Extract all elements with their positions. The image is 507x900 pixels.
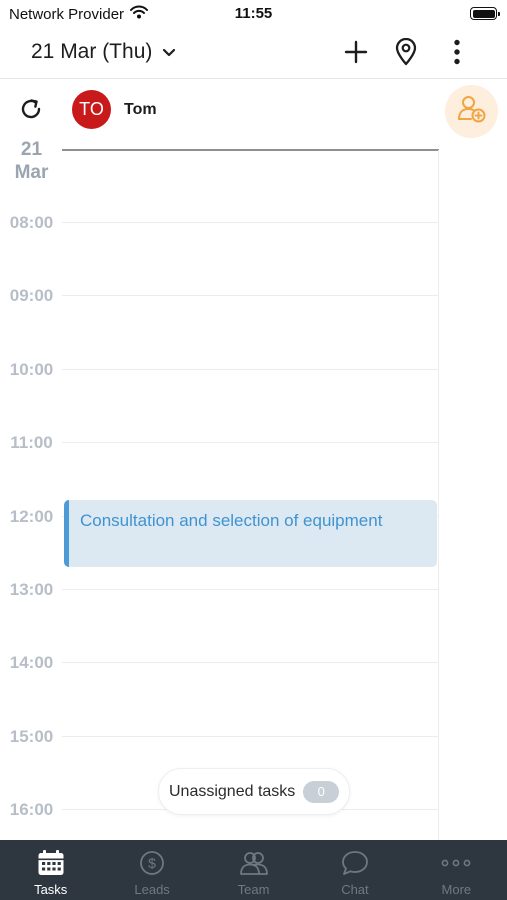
avatar[interactable]: TO bbox=[72, 90, 111, 129]
more-options-button[interactable] bbox=[441, 38, 473, 70]
add-user-button[interactable] bbox=[445, 85, 498, 138]
hour-label: 16:00 bbox=[9, 800, 54, 819]
more-vertical-icon bbox=[453, 39, 461, 70]
hour-label: 15:00 bbox=[9, 727, 54, 746]
hour-gridline bbox=[62, 369, 438, 370]
hour-label: 10:00 bbox=[9, 360, 54, 379]
hour-label: 11:00 bbox=[10, 433, 53, 452]
tab-more[interactable]: More bbox=[406, 840, 507, 900]
calendar-icon bbox=[36, 849, 66, 877]
location-pin-icon bbox=[395, 37, 417, 71]
chevron-down-icon bbox=[162, 40, 176, 64]
day-number: 21 bbox=[20, 139, 43, 160]
day-header-divider bbox=[62, 149, 439, 151]
tab-label: Chat bbox=[341, 882, 369, 897]
hour-gridline bbox=[62, 736, 438, 737]
refresh-icon bbox=[19, 99, 43, 125]
tab-leads[interactable]: $ Leads bbox=[101, 840, 202, 900]
date-picker[interactable]: 21 Mar (Thu) bbox=[31, 40, 176, 64]
tab-tasks[interactable]: Tasks bbox=[0, 840, 101, 900]
tab-label: Leads bbox=[134, 882, 170, 897]
refresh-button[interactable] bbox=[19, 97, 45, 123]
user-name[interactable]: Tom bbox=[124, 101, 157, 119]
hour-gridline bbox=[62, 589, 438, 590]
tab-chat[interactable]: Chat bbox=[304, 840, 405, 900]
date-label: 21 Mar (Thu) bbox=[31, 40, 153, 63]
team-icon bbox=[239, 849, 269, 877]
status-bar: Network Provider 11:55 bbox=[0, 0, 507, 28]
add-button[interactable] bbox=[340, 38, 372, 70]
app-header: 21 Mar (Thu) bbox=[0, 28, 507, 79]
day-month: Mar bbox=[14, 162, 49, 183]
hour-label: 14:00 bbox=[9, 653, 54, 672]
hour-label: 09:00 bbox=[9, 286, 54, 305]
unassigned-count-badge: 0 bbox=[303, 780, 340, 803]
hour-label: 12:00 bbox=[9, 507, 54, 526]
hour-label: 08:00 bbox=[9, 213, 54, 232]
svg-text:$: $ bbox=[148, 855, 156, 871]
tab-label: Tasks bbox=[34, 882, 68, 897]
hour-gridline bbox=[62, 662, 438, 663]
hour-gridline bbox=[62, 295, 438, 296]
add-user-icon bbox=[457, 94, 487, 129]
location-button[interactable] bbox=[390, 37, 422, 71]
unassigned-tasks-button[interactable]: Unassigned tasks 0 bbox=[158, 768, 350, 815]
more-dots-icon bbox=[441, 849, 471, 877]
tab-bar: Tasks $ Leads Team Chat More bbox=[0, 840, 507, 900]
hour-gridline bbox=[62, 222, 438, 223]
hour-label: 13:00 bbox=[9, 580, 54, 599]
tab-label: Team bbox=[237, 882, 270, 897]
chat-bubble-icon bbox=[340, 849, 370, 877]
plus-icon bbox=[344, 40, 368, 69]
status-time: 11:55 bbox=[234, 5, 273, 22]
hour-gridline bbox=[62, 442, 438, 443]
unassigned-tasks-label: Unassigned tasks bbox=[169, 782, 296, 800]
tab-label: More bbox=[441, 882, 472, 897]
event-title: Consultation and selection of equipment bbox=[80, 511, 383, 530]
dollar-coin-icon: $ bbox=[137, 849, 167, 877]
tab-team[interactable]: Team bbox=[203, 840, 304, 900]
column-divider bbox=[438, 150, 439, 840]
event-card[interactable]: Consultation and selection of equipment bbox=[64, 500, 437, 567]
event-color-bar bbox=[64, 500, 69, 567]
battery-icon bbox=[470, 7, 500, 20]
